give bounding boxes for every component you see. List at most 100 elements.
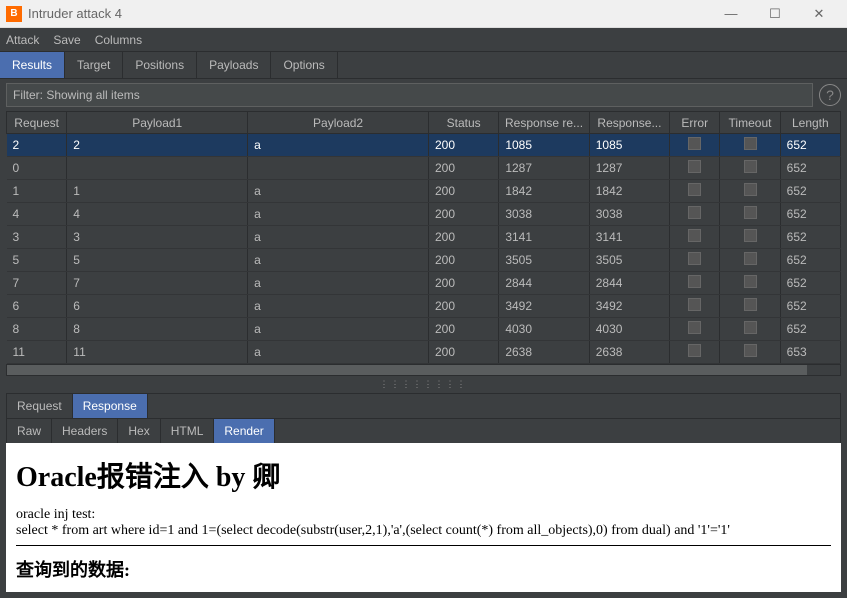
render-subheading: 查询到的数据: <box>16 556 831 582</box>
tab-results[interactable]: Results <box>0 52 65 78</box>
cell-response-received: 3141 <box>499 226 589 249</box>
col-length[interactable]: Length <box>780 112 840 134</box>
error-checkbox[interactable] <box>688 206 701 219</box>
error-checkbox[interactable] <box>688 137 701 150</box>
cell-response: 2844 <box>589 272 669 295</box>
tab-request[interactable]: Request <box>7 394 73 418</box>
cell-timeout <box>720 318 780 341</box>
error-checkbox[interactable] <box>688 160 701 173</box>
request-response-tabs: Request Response <box>6 393 841 419</box>
cell-payload1: 7 <box>67 272 248 295</box>
error-checkbox[interactable] <box>688 229 701 242</box>
table-row[interactable]: 020012871287652 <box>7 157 841 180</box>
menu-attack[interactable]: Attack <box>6 33 39 47</box>
col-error[interactable]: Error <box>670 112 720 134</box>
cell-response: 3038 <box>589 203 669 226</box>
maximize-button[interactable]: ☐ <box>753 6 797 22</box>
viewtab-html[interactable]: HTML <box>161 419 215 443</box>
table-row[interactable]: 33a20031413141652 <box>7 226 841 249</box>
error-checkbox[interactable] <box>688 183 701 196</box>
cell-request: 1 <box>7 180 67 203</box>
cell-payload2: a <box>248 341 429 364</box>
viewtab-headers[interactable]: Headers <box>52 419 118 443</box>
cell-payload2: a <box>248 295 429 318</box>
col-response[interactable]: Response... <box>589 112 669 134</box>
minimize-button[interactable]: — <box>709 6 753 21</box>
table-row[interactable]: 77a20028442844652 <box>7 272 841 295</box>
timeout-checkbox[interactable] <box>744 160 757 173</box>
timeout-checkbox[interactable] <box>744 298 757 311</box>
timeout-checkbox[interactable] <box>744 275 757 288</box>
col-timeout[interactable]: Timeout <box>720 112 780 134</box>
help-icon[interactable]: ? <box>819 84 841 106</box>
tab-positions[interactable]: Positions <box>123 52 197 78</box>
table-row[interactable]: 11a20018421842652 <box>7 180 841 203</box>
main-tabs: Results Target Positions Payloads Option… <box>0 52 847 79</box>
table-row[interactable]: 44a20030383038652 <box>7 203 841 226</box>
table-row[interactable]: 88a20040304030652 <box>7 318 841 341</box>
cell-payload2: a <box>248 272 429 295</box>
timeout-checkbox[interactable] <box>744 321 757 334</box>
timeout-checkbox[interactable] <box>744 252 757 265</box>
horizontal-scrollbar[interactable] <box>6 364 841 376</box>
timeout-checkbox[interactable] <box>744 183 757 196</box>
cell-error <box>670 318 720 341</box>
cell-status: 200 <box>429 295 499 318</box>
cell-length: 652 <box>780 203 840 226</box>
timeout-checkbox[interactable] <box>744 229 757 242</box>
error-checkbox[interactable] <box>688 275 701 288</box>
tab-response[interactable]: Response <box>73 394 148 418</box>
cell-request: 3 <box>7 226 67 249</box>
cell-request: 7 <box>7 272 67 295</box>
cell-request: 0 <box>7 157 67 180</box>
viewtab-hex[interactable]: Hex <box>118 419 160 443</box>
cell-response: 3141 <box>589 226 669 249</box>
render-pane: Oracle报错注入 by 卿 oracle inj test: select … <box>6 443 841 592</box>
table-row[interactable]: 22a20010851085652 <box>7 134 841 157</box>
col-response-received[interactable]: Response re... <box>499 112 589 134</box>
timeout-checkbox[interactable] <box>744 206 757 219</box>
cell-payload2: a <box>248 180 429 203</box>
error-checkbox[interactable] <box>688 344 701 357</box>
table-header-row: Request Payload1 Payload2 Status Respons… <box>7 112 841 134</box>
menu-columns[interactable]: Columns <box>95 33 142 47</box>
cell-error <box>670 272 720 295</box>
col-request[interactable]: Request <box>7 112 67 134</box>
col-payload1[interactable]: Payload1 <box>67 112 248 134</box>
cell-timeout <box>720 203 780 226</box>
cell-length: 652 <box>780 180 840 203</box>
error-checkbox[interactable] <box>688 298 701 311</box>
cell-response-received: 3492 <box>499 295 589 318</box>
filter-input[interactable]: Filter: Showing all items <box>6 83 813 107</box>
error-checkbox[interactable] <box>688 321 701 334</box>
cell-timeout <box>720 226 780 249</box>
pane-resize-grip[interactable]: ⋮⋮⋮⋮⋮⋮⋮⋮ <box>0 379 847 390</box>
viewtab-render[interactable]: Render <box>214 419 274 443</box>
cell-response-received: 2638 <box>499 341 589 364</box>
tab-options[interactable]: Options <box>271 52 337 78</box>
tab-payloads[interactable]: Payloads <box>197 52 271 78</box>
menu-save[interactable]: Save <box>53 33 80 47</box>
close-button[interactable]: ✕ <box>797 6 841 22</box>
window-title: Intruder attack 4 <box>28 6 122 21</box>
cell-status: 200 <box>429 180 499 203</box>
titlebar: B Intruder attack 4 — ☐ ✕ <box>0 0 847 28</box>
table-row[interactable]: 1111a20026382638653 <box>7 341 841 364</box>
cell-payload2: a <box>248 203 429 226</box>
results-table: Request Payload1 Payload2 Status Respons… <box>6 111 841 364</box>
tab-target[interactable]: Target <box>65 52 123 78</box>
viewtab-raw[interactable]: Raw <box>7 419 52 443</box>
cell-length: 652 <box>780 295 840 318</box>
cell-request: 8 <box>7 318 67 341</box>
error-checkbox[interactable] <box>688 252 701 265</box>
cell-status: 200 <box>429 203 499 226</box>
col-status[interactable]: Status <box>429 112 499 134</box>
col-payload2[interactable]: Payload2 <box>248 112 429 134</box>
cell-response: 3505 <box>589 249 669 272</box>
timeout-checkbox[interactable] <box>744 344 757 357</box>
cell-error <box>670 180 720 203</box>
cell-error <box>670 203 720 226</box>
timeout-checkbox[interactable] <box>744 137 757 150</box>
table-row[interactable]: 55a20035053505652 <box>7 249 841 272</box>
table-row[interactable]: 66a20034923492652 <box>7 295 841 318</box>
